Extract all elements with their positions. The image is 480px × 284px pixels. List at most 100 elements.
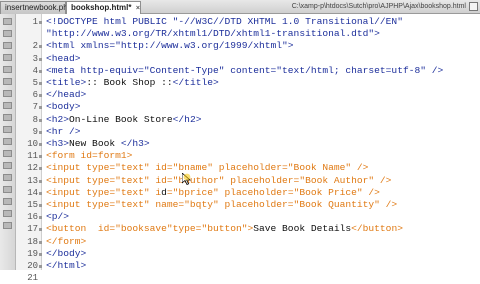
fold-marker[interactable] [39, 118, 42, 122]
wrap-tag-icon[interactable] [3, 162, 12, 169]
collapse-selection-icon[interactable] [3, 54, 12, 61]
fold-marker[interactable] [39, 179, 42, 183]
code-token: </html> [46, 260, 87, 271]
line-number: 2 [32, 41, 38, 52]
line-number: 15 [27, 200, 38, 210]
code-token: Save Book Details [253, 223, 352, 235]
line-number: 21 [27, 273, 38, 284]
collapse-tag-icon[interactable] [3, 42, 12, 49]
code-line[interactable]: "http://www.w3.org/TR/xhtml1/DTD/xhtml1-… [46, 28, 380, 40]
code-token: <head> [46, 52, 81, 64]
code-line[interactable]: <h2>On-Line Book Store</h2> [46, 114, 201, 126]
code-line[interactable]: </body> [46, 248, 86, 260]
line-number: 4 [32, 65, 38, 76]
format-source-icon[interactable] [3, 222, 12, 229]
tab-insertnewbook[interactable]: insertnewbook.php [0, 1, 72, 14]
code-line[interactable]: <!DOCTYPE html PUBLIC "-//W3C//DTD XHTML… [46, 16, 403, 28]
code-token: </button> [351, 223, 403, 235]
indent-code-icon[interactable] [3, 198, 12, 205]
fold-marker[interactable] [39, 216, 42, 220]
code-line[interactable]: <form id=form1> [46, 150, 132, 162]
apply-comment-icon[interactable] [3, 138, 12, 145]
fold-marker[interactable] [39, 228, 42, 232]
code-line[interactable]: <input type="text" id="bauthor" placehol… [46, 175, 391, 187]
code-token: <form id=form1> [46, 150, 133, 162]
code-line[interactable]: <input type="text" name="bqty" placehold… [46, 199, 397, 211]
remove-comment-icon[interactable] [3, 150, 12, 157]
restore-window-icon[interactable] [469, 2, 478, 11]
code-line[interactable]: </form> [46, 236, 86, 248]
outdent-code-icon[interactable] [3, 210, 12, 217]
code-line[interactable]: <body> [46, 101, 81, 113]
fold-marker[interactable] [39, 167, 42, 171]
line-numbers-icon[interactable] [3, 102, 12, 109]
code-token: </form> [46, 235, 87, 247]
code-token: <h3> [46, 138, 70, 149]
code-token: <title> [46, 77, 87, 88]
code-token: </title> [172, 77, 219, 88]
line-number: 20 [27, 261, 38, 271]
fold-marker[interactable] [39, 21, 42, 24]
code-line[interactable]: <button id="booksave"type="button">Save … [46, 223, 403, 235]
code-line[interactable]: <h3>New Book </h3> [46, 138, 150, 150]
code-token: <html xmlns="http://www.w3.org/1999/xhtm… [46, 40, 294, 52]
fold-marker[interactable] [39, 57, 42, 61]
fold-marker[interactable] [39, 106, 42, 110]
code-token: <body> [46, 101, 81, 113]
document-tab-bar: insertnewbook.php bookshop.html* × C:\xam… [0, 0, 480, 14]
show-code-navigator-icon[interactable] [3, 30, 12, 37]
code-token: New Book [69, 138, 121, 149]
line-number: 8 [32, 114, 38, 125]
fold-marker[interactable] [39, 130, 42, 134]
fold-marker[interactable] [39, 45, 42, 49]
move-css-icon[interactable] [3, 186, 12, 193]
open-documents-icon[interactable] [3, 18, 12, 25]
code-line[interactable]: <meta http-equiv="Content-Type" content=… [46, 65, 443, 77]
line-number: 6 [32, 90, 38, 101]
fold-marker[interactable] [39, 265, 42, 268]
fold-marker[interactable] [39, 155, 42, 159]
code-line[interactable]: <input type="text" id="bname" placeholde… [46, 162, 368, 174]
fold-marker[interactable] [39, 82, 42, 85]
fold-marker[interactable] [39, 204, 42, 207]
line-number: 19 [27, 248, 38, 259]
code-token: "http://www.w3.org/TR/xhtml1/DTD/xhtml1-… [46, 28, 380, 40]
line-number: 11 [27, 151, 38, 162]
code-token: </h2> [172, 113, 202, 125]
recent-snippets-icon[interactable] [3, 174, 12, 181]
code-token: <hr /> [46, 125, 81, 137]
code-line[interactable]: <p/> [46, 211, 69, 223]
code-token: <p/> [46, 211, 70, 223]
code-token: <input type="text" i [46, 186, 162, 198]
code-token: </body> [46, 247, 87, 259]
fold-marker[interactable] [39, 69, 42, 73]
fold-marker[interactable] [39, 252, 42, 256]
code-token: <input type="text" id="bauthor" placehol… [46, 174, 392, 186]
highlight-invalid-code-icon[interactable] [3, 114, 12, 121]
tab-label: bookshop.html* [71, 3, 132, 12]
code-token: </h3> [120, 138, 150, 149]
fold-marker[interactable] [39, 240, 42, 244]
balance-braces-icon[interactable] [3, 90, 12, 97]
code-line[interactable]: <title>:: Book Shop ::</title> [46, 77, 219, 89]
expand-all-icon[interactable] [3, 66, 12, 73]
code-line[interactable]: <hr /> [46, 126, 81, 138]
file-path: C:\xamp-p\htdocs\Sutch\pro\AJPHP\Ajax\bo… [291, 3, 466, 10]
fold-marker[interactable] [39, 143, 42, 146]
select-parent-tag-icon[interactable] [3, 78, 12, 85]
code-token: On-Line Book Store [69, 113, 173, 125]
code-line[interactable]: <input type="text" id="bprice" placehold… [46, 187, 380, 199]
code-line[interactable]: <html xmlns="http://www.w3.org/1999/xhtm… [46, 40, 294, 52]
close-icon[interactable]: × [134, 5, 141, 12]
code-line[interactable]: </html> [46, 260, 86, 272]
line-number: 17 [27, 224, 38, 235]
code-line[interactable]: </head> [46, 89, 86, 101]
tab-bookshop[interactable]: bookshop.html* × [66, 1, 141, 14]
code-token: <button id="booksave"type="button"> [46, 223, 254, 235]
code-token: <meta http-equiv="Content-Type" content=… [46, 64, 444, 76]
syntax-error-alerts-icon[interactable] [3, 126, 12, 133]
line-number: 1 [32, 17, 38, 27]
code-line[interactable]: <head> [46, 53, 81, 65]
fold-marker[interactable] [39, 94, 42, 98]
fold-marker[interactable] [39, 191, 42, 195]
